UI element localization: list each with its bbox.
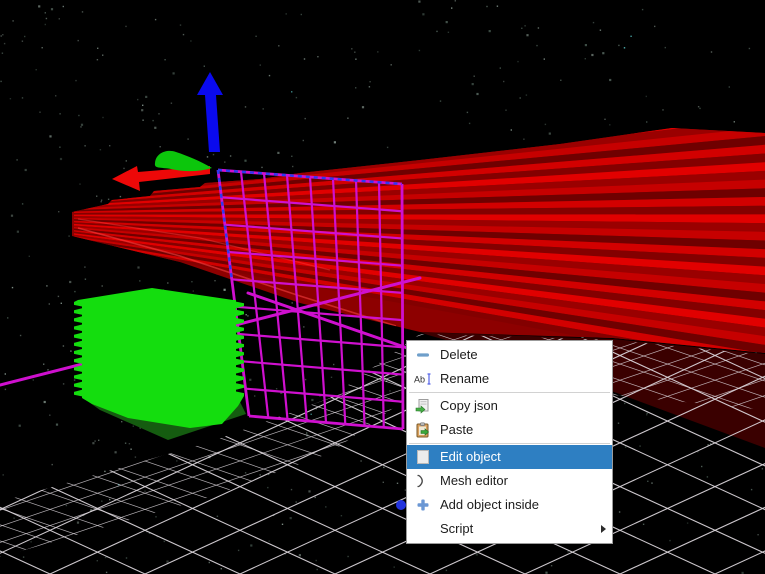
paste-icon xyxy=(414,422,432,438)
menu-item-label: Rename xyxy=(440,371,490,386)
menu-item-label: Mesh editor xyxy=(440,473,508,488)
menu-item-copy-json[interactable]: Copy json xyxy=(407,394,612,418)
menu-item-rename[interactable]: Ab Rename xyxy=(407,367,612,391)
rename-icon: Ab xyxy=(414,371,432,387)
menu-item-label: Edit object xyxy=(440,449,501,464)
menu-item-script[interactable]: Script xyxy=(407,517,612,541)
svg-text:Ab: Ab xyxy=(414,375,425,385)
minus-icon xyxy=(414,347,432,363)
menu-item-label: Copy json xyxy=(440,398,498,413)
menu-item-add-object-inside[interactable]: Add object inside xyxy=(407,493,612,517)
mesh-icon xyxy=(414,473,432,489)
menu-item-label: Paste xyxy=(440,422,474,437)
menu-separator xyxy=(409,392,610,393)
copy-icon xyxy=(414,398,432,414)
plus-icon xyxy=(414,497,432,513)
menu-item-edit-object[interactable]: Edit object xyxy=(407,445,612,469)
menu-separator xyxy=(409,443,610,444)
menu-item-label: Add object inside xyxy=(440,497,540,512)
vertex-handle-dot[interactable] xyxy=(396,500,406,510)
menu-item-mesh-editor[interactable]: Mesh editor xyxy=(407,469,612,493)
menu-item-label: Delete xyxy=(440,347,478,362)
menu-item-delete[interactable]: Delete xyxy=(407,343,612,367)
submenu-arrow-icon xyxy=(601,525,606,533)
menu-item-paste[interactable]: Paste xyxy=(407,418,612,442)
editor-3d-viewport[interactable]: Delete Ab Rename Copy json Paste Edit object M… xyxy=(0,0,765,574)
scene-canvas[interactable] xyxy=(0,0,765,574)
menu-item-label: Script xyxy=(440,521,474,536)
square-icon xyxy=(414,449,432,465)
no-icon xyxy=(414,521,432,537)
context-menu: Delete Ab Rename Copy json Paste Edit object M… xyxy=(406,340,613,544)
